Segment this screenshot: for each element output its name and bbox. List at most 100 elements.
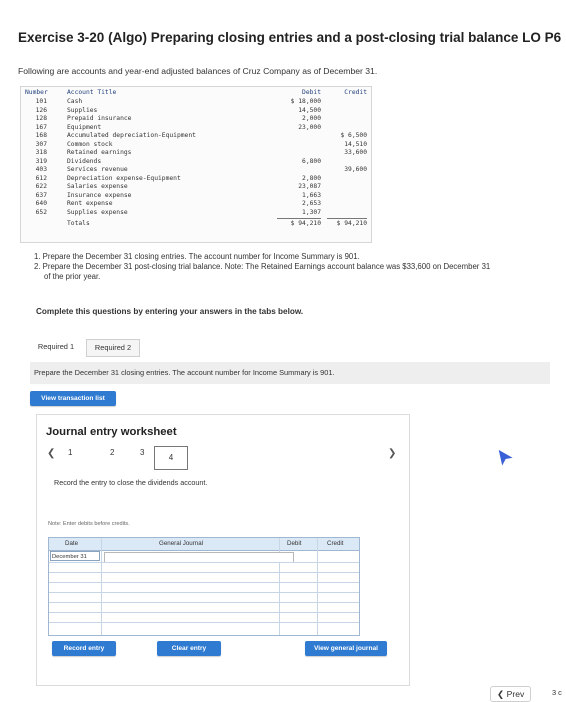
record-entry-button[interactable]: Record entry — [52, 641, 116, 656]
account-number: 318 — [35, 149, 47, 156]
exercise-title: Exercise 3-20 (Algo) Preparing closing e… — [18, 30, 562, 45]
account-name: Depreciation expense-Equipment — [67, 174, 181, 182]
account-number: 640 — [35, 200, 47, 207]
general-journal-column-header: General Journal — [159, 540, 204, 547]
account-name: Dividends — [67, 157, 102, 165]
debit-value: $ 18,000 — [290, 98, 321, 105]
worksheet-title: Journal entry worksheet — [46, 426, 177, 438]
debit-value: 23,087 — [298, 183, 321, 190]
credit-value: $ 6,500 — [340, 132, 367, 139]
journal-row-line — [49, 582, 359, 583]
tab-required-2[interactable]: Required 2 — [86, 339, 140, 357]
account-number: 319 — [35, 157, 47, 165]
table-row: 640 Rent expense 2,653 — [21, 200, 371, 208]
clear-entry-button[interactable]: Clear entry — [157, 641, 221, 656]
totals-row: Totals $ 94,210 $ 94,210 — [21, 220, 371, 228]
journal-header-row: Date General Journal Debit Credit — [49, 538, 359, 551]
account-number: 652 — [35, 208, 47, 216]
journal-note: Note: Enter debits before credits. — [48, 521, 130, 527]
account-number: 126 — [35, 106, 47, 114]
account-name: Supplies — [67, 106, 98, 114]
chevron-left-icon: ❮ — [47, 448, 56, 459]
chevron-left-icon: ❮ — [497, 689, 505, 699]
instructions: 1. Prepare the December 31 closing entri… — [34, 252, 490, 282]
intro-text: Following are accounts and year-end adju… — [18, 66, 378, 76]
view-general-journal-button[interactable]: View general journal — [305, 641, 387, 656]
debit-value: 1,307 — [302, 208, 321, 216]
instruction-2: 2. Prepare the December 31 post-closing … — [34, 262, 491, 271]
account-number: 612 — [35, 174, 47, 182]
worksheet-prev-button[interactable]: ❮ — [47, 448, 55, 459]
table-row: 101 Cash $ 18,000 — [21, 98, 371, 106]
date-column-header: Date — [65, 540, 79, 547]
account-name: Insurance expense — [67, 191, 132, 199]
account-number: 637 — [35, 191, 47, 199]
table-row: 403 Services revenue 39,600 — [21, 166, 371, 174]
debit-value: 1,663 — [302, 191, 321, 199]
journal-row-line — [49, 592, 359, 593]
account-name: Prepaid insurance — [67, 115, 132, 122]
journal-row-line — [49, 562, 359, 563]
totals-rule-debit — [277, 218, 321, 219]
view-transaction-list-button[interactable]: View transaction list — [30, 391, 116, 406]
worksheet-page-3[interactable]: 3 — [140, 448, 144, 457]
trial-balance-header-row: Number Account Title Debit Credit — [21, 89, 371, 97]
cursor-arrow-icon — [497, 448, 516, 469]
journal-entry-table: Date General Journal Debit Credit Decemb… — [48, 537, 360, 636]
tab-required-1[interactable]: Required 1 — [30, 339, 82, 357]
table-row: 622 Salaries expense 23,087 — [21, 183, 371, 191]
debit-value: 2,000 — [302, 115, 321, 122]
totals-rule-credit — [327, 218, 367, 219]
complete-instructions: Complete this questions by entering your… — [36, 307, 304, 316]
debit-value: 14,500 — [298, 106, 321, 114]
account-name: Retained earnings — [67, 149, 132, 156]
chevron-right-icon: ❯ — [388, 448, 397, 459]
debit-column-header: Debit — [287, 540, 302, 547]
account-name: Cash — [67, 98, 83, 105]
required-description: Prepare the December 31 closing entries.… — [30, 362, 550, 384]
journal-col-divider — [101, 538, 102, 635]
account-number: 307 — [35, 140, 47, 148]
account-title-header: Account Title — [67, 89, 117, 96]
instruction-1: 1. Prepare the December 31 closing entri… — [34, 252, 360, 261]
credit-header: Credit — [344, 89, 367, 96]
debit-header: Debit — [302, 89, 321, 96]
table-row: 652 Supplies expense 1,307 — [21, 209, 371, 217]
table-row: 167 Equipment 23,000 — [21, 124, 371, 132]
worksheet-page-4-current[interactable]: 4 — [154, 446, 188, 470]
worksheet-page-1[interactable]: 1 — [68, 448, 72, 457]
instruction-2-continued: of the prior year. — [44, 272, 101, 281]
table-row: 126 Supplies 14,500 — [21, 107, 371, 115]
account-name: Salaries expense — [67, 183, 128, 190]
journal-col-divider — [317, 538, 318, 635]
number-header: Number — [25, 89, 48, 96]
journal-row-line — [49, 602, 359, 603]
record-instruction: Record the entry to close the dividends … — [54, 478, 208, 487]
journal-row-line — [49, 572, 359, 573]
worksheet-next-button[interactable]: ❯ — [388, 448, 396, 459]
account-name: Common stock — [67, 140, 113, 148]
totals-label: Totals — [67, 220, 90, 227]
credit-value: 39,600 — [344, 166, 367, 173]
date-field[interactable]: December 31 — [50, 551, 100, 561]
trial-balance-table: Number Account Title Debit Credit 101 Ca… — [20, 86, 372, 243]
account-number: 168 — [35, 132, 47, 139]
page-indicator: 3 c — [552, 688, 562, 697]
prev-label: Prev — [506, 689, 525, 699]
table-row: 307 Common stock 14,510 — [21, 141, 371, 149]
table-row: 318 Retained earnings 33,600 — [21, 149, 371, 157]
table-row: 168 Accumulated depreciation-Equipment $… — [21, 132, 371, 140]
account-name: Equipment — [67, 123, 102, 131]
account-name: Rent expense — [67, 200, 113, 207]
account-number: 101 — [35, 98, 47, 105]
account-number: 403 — [35, 166, 47, 173]
credit-value: 14,510 — [344, 140, 367, 148]
worksheet-page-2[interactable]: 2 — [110, 448, 114, 457]
account-number: 128 — [35, 115, 47, 122]
debit-value: 23,000 — [298, 123, 321, 131]
journal-row-line — [49, 622, 359, 623]
totals-debit: $ 94,210 — [290, 220, 321, 227]
credit-value: 33,600 — [344, 149, 367, 156]
account-number: 622 — [35, 183, 47, 190]
credit-column-header: Credit — [327, 540, 344, 547]
